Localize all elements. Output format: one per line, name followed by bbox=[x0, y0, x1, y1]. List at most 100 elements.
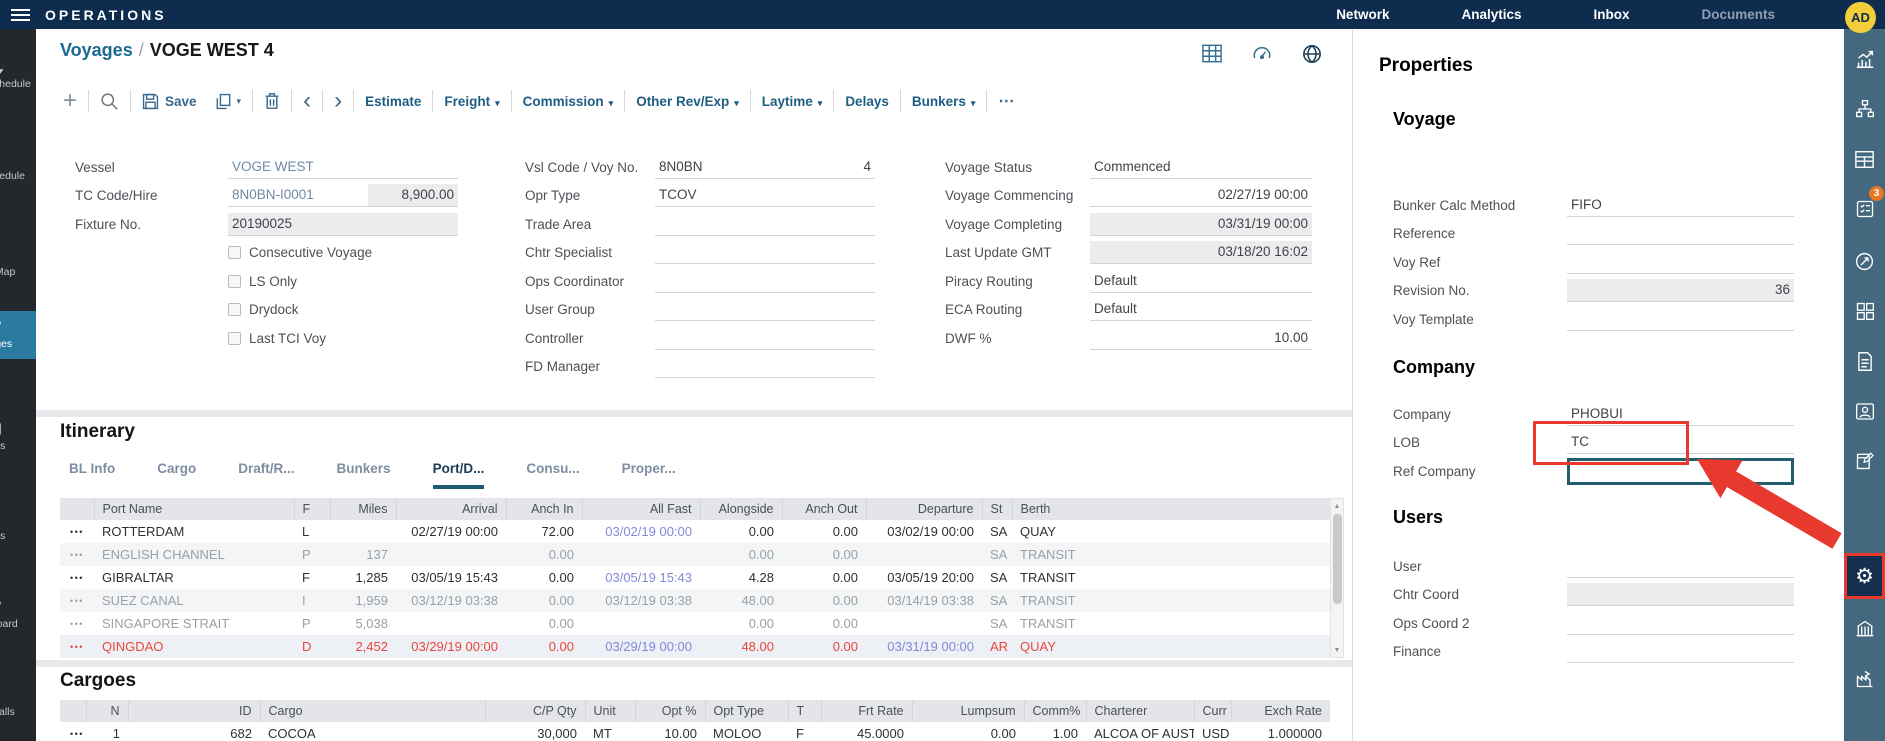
copy-button[interactable]: ▾ bbox=[215, 93, 242, 110]
column-header-cargo[interactable]: Cargo bbox=[260, 700, 485, 722]
cargo-row[interactable]: ••• 1 682 COCOA 30,000 MT 10.00 MOLOO F … bbox=[60, 722, 1330, 741]
new-icon[interactable]: + bbox=[63, 91, 77, 111]
ref-company-field[interactable] bbox=[1567, 458, 1794, 485]
menu-delays[interactable]: Delays bbox=[845, 94, 889, 109]
bunker-calc-method-field[interactable]: FIFO bbox=[1567, 194, 1794, 217]
tab-cargo[interactable]: Cargo bbox=[157, 461, 196, 489]
menu-other-rev-exp[interactable]: Other Rev/Exp▾ bbox=[636, 94, 739, 109]
settings-gear-tile[interactable]: ⚙ bbox=[1844, 553, 1885, 599]
save-button[interactable]: Save bbox=[142, 93, 197, 110]
column-header-t[interactable]: T bbox=[788, 700, 821, 722]
itinerary-row-english-channel[interactable]: ••• ENGLISH CHANNELP1370.000.000.00SATRA… bbox=[60, 543, 1330, 566]
breadcrumb-voyages-link[interactable]: Voyages bbox=[60, 40, 133, 60]
table-icon[interactable] bbox=[1844, 142, 1885, 176]
column-header-f[interactable]: F bbox=[294, 498, 330, 520]
hamburger-menu-icon[interactable] bbox=[0, 9, 40, 21]
drydock-checkbox[interactable] bbox=[228, 303, 241, 316]
row-menu-icon[interactable]: ••• bbox=[60, 543, 94, 566]
last-tci-voy-checkbox[interactable] bbox=[228, 332, 241, 345]
voy-no-field[interactable]: 4 bbox=[775, 156, 875, 179]
vsl-code-field[interactable]: 8N0BN bbox=[655, 156, 775, 179]
trade-area-field[interactable] bbox=[655, 213, 875, 236]
column-header-departure[interactable]: Departure bbox=[866, 498, 982, 520]
row-menu-icon[interactable]: ••• bbox=[60, 566, 94, 589]
more-menu-icon[interactable]: ⋯ bbox=[998, 91, 1014, 111]
lob-field[interactable]: TC bbox=[1567, 431, 1794, 454]
analytics-chart-icon[interactable] bbox=[1844, 42, 1885, 76]
row-menu-icon[interactable]: ••• bbox=[60, 612, 94, 635]
search-icon[interactable] bbox=[100, 92, 119, 111]
previous-record-button[interactable]: ‹ bbox=[303, 91, 311, 111]
company-field[interactable]: PHOBUI bbox=[1567, 403, 1794, 426]
column-header-id[interactable]: ID bbox=[128, 700, 260, 722]
sidebar-item-tasks[interactable]: Tasks bbox=[0, 421, 36, 453]
column-header-exch-rate[interactable]: Exch Rate bbox=[1231, 700, 1330, 722]
gauge-compass-icon[interactable] bbox=[1844, 244, 1885, 278]
tab-bunkers[interactable]: Bunkers bbox=[337, 461, 391, 489]
revision-no-field[interactable]: 36 bbox=[1567, 279, 1794, 302]
row-menu-icon[interactable]: ••• bbox=[60, 635, 94, 658]
column-header-port-name[interactable]: Port Name bbox=[94, 498, 294, 520]
column-header-charterer[interactable]: Charterer bbox=[1086, 700, 1194, 722]
document-icon[interactable] bbox=[1844, 344, 1885, 378]
notebook-edit-icon[interactable] bbox=[1844, 444, 1885, 478]
tab-draft-restrictions[interactable]: Draft/R... bbox=[238, 461, 294, 489]
sidebar-item-port-calls[interactable]: Port Calls bbox=[0, 687, 36, 719]
gauge-icon[interactable] bbox=[1252, 44, 1272, 64]
grid-view-icon[interactable] bbox=[1202, 44, 1222, 64]
reference-field[interactable] bbox=[1567, 222, 1794, 245]
nav-documents[interactable]: Documents bbox=[1701, 7, 1775, 22]
controller-field[interactable] bbox=[655, 327, 875, 350]
piracy-routing-field[interactable]: Default bbox=[1090, 270, 1312, 293]
menu-laytime[interactable]: Laytime▾ bbox=[762, 94, 823, 109]
column-header-all-fast[interactable]: All Fast bbox=[582, 498, 700, 520]
tc-hire-field[interactable]: 8,900.00 bbox=[368, 184, 458, 207]
nav-analytics[interactable]: Analytics bbox=[1461, 7, 1521, 22]
column-header-frt-rate[interactable]: Frt Rate bbox=[821, 700, 912, 722]
sidebar-item-port-schedule[interactable]: Port Schedule bbox=[0, 151, 36, 183]
row-menu-icon[interactable]: ••• bbox=[60, 589, 94, 612]
itinerary-row-gibraltar[interactable]: ••• GIBRALTARF1,28503/05/19 15:430.0003/… bbox=[60, 566, 1330, 589]
ops-coordinator-field[interactable] bbox=[655, 270, 875, 293]
column-header-arrival[interactable]: Arrival bbox=[396, 498, 506, 520]
menu-freight[interactable]: Freight▾ bbox=[444, 94, 499, 109]
next-record-button[interactable]: › bbox=[334, 91, 342, 111]
itinerary-row-singapore-strait[interactable]: ••• SINGAPORE STRAITP5,0380.000.000.00SA… bbox=[60, 612, 1330, 635]
column-header-alongside[interactable]: Alongside bbox=[700, 498, 782, 520]
tab-port-dates[interactable]: Port/D... bbox=[433, 461, 485, 489]
voy-template-field[interactable] bbox=[1567, 308, 1794, 331]
ls-only-checkbox[interactable] bbox=[228, 275, 241, 288]
voyage-status-field[interactable]: Commenced bbox=[1090, 156, 1312, 179]
globe-icon[interactable] bbox=[1302, 44, 1322, 64]
sidebar-item-voyages[interactable]: Voyages bbox=[0, 311, 36, 359]
column-header-anch-out[interactable]: Anch Out bbox=[782, 498, 866, 520]
tab-consumption[interactable]: Consu... bbox=[526, 461, 579, 489]
finance-field[interactable] bbox=[1567, 640, 1794, 663]
user-group-field[interactable] bbox=[655, 298, 875, 321]
column-header-lumpsum[interactable]: Lumpsum bbox=[912, 700, 1024, 722]
delete-button[interactable] bbox=[264, 92, 280, 110]
voy-ref-field[interactable] bbox=[1567, 251, 1794, 274]
itinerary-row-suez-canal[interactable]: ••• SUEZ CANALI1,95903/12/19 03:380.0003… bbox=[60, 589, 1330, 612]
bank-icon[interactable] bbox=[1844, 612, 1885, 646]
fixture-no-field[interactable]: 20190025 bbox=[228, 213, 458, 236]
last-update-gmt-field[interactable]: 03/18/20 16:02 bbox=[1090, 241, 1312, 264]
hierarchy-icon[interactable] bbox=[1844, 92, 1885, 126]
row-menu-icon[interactable]: ••• bbox=[60, 722, 86, 741]
column-header-miles[interactable]: Miles bbox=[330, 498, 396, 520]
column-header-opt-type[interactable]: Opt Type bbox=[705, 700, 788, 722]
menu-bunkers[interactable]: Bunkers▾ bbox=[912, 94, 976, 109]
fd-manager-field[interactable] bbox=[655, 355, 875, 378]
itinerary-scrollbar[interactable]: ▲ ▼ bbox=[1330, 498, 1344, 658]
eca-routing-field[interactable]: Default bbox=[1090, 298, 1312, 321]
sidebar-item-alerts[interactable]: Alerts bbox=[0, 511, 36, 543]
ops-coord-2-field[interactable] bbox=[1567, 612, 1794, 635]
factory-icon[interactable] bbox=[1844, 662, 1885, 696]
sidebar-item-fleet-map[interactable]: Fleet Map bbox=[0, 247, 36, 279]
scrollbar-thumb[interactable] bbox=[1333, 514, 1342, 604]
sidebar-item-dashboard[interactable]: Dashboard bbox=[0, 599, 36, 631]
dwf-pct-field[interactable]: 10.00 bbox=[1090, 327, 1312, 350]
tc-code-field[interactable]: 8N0BN-I0001 bbox=[228, 184, 368, 207]
scroll-down-icon[interactable]: ▼ bbox=[1331, 643, 1343, 657]
user-field[interactable] bbox=[1567, 555, 1794, 578]
